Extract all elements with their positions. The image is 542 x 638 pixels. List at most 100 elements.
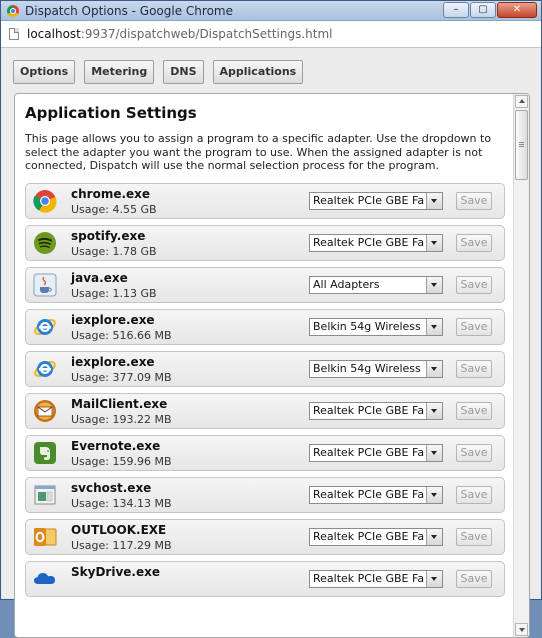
svchost-icon [34, 485, 56, 505]
save-button[interactable]: Save [456, 444, 492, 462]
chevron-down-icon [426, 571, 442, 587]
scroll-up-button[interactable] [515, 95, 528, 108]
tab-applications[interactable]: Applications [212, 60, 304, 84]
list-item: MailClient.exe Usage: 193.22 MB Realtek … [25, 393, 505, 429]
app-name: Evernote.exe [71, 439, 161, 453]
page-content: Options Metering DNS Applications Applic… [2, 48, 540, 638]
save-button[interactable]: Save [456, 192, 492, 210]
list-item: Evernote.exe Usage: 159.96 MB Realtek PC… [25, 435, 505, 471]
save-button[interactable]: Save [456, 234, 492, 252]
app-usage: Usage: 1.78 GB [71, 245, 157, 258]
chevron-down-icon [426, 235, 442, 251]
url-path: :9937/dispatchweb/DispatchSettings.html [80, 27, 333, 41]
adapter-dropdown-value: Belkin 54g Wireless USB [313, 320, 425, 333]
app-name: chrome.exe [71, 187, 151, 201]
adapter-dropdown-value: Realtek PCIe GBE Family [313, 488, 425, 501]
adapter-dropdown[interactable]: Realtek PCIe GBE Family [309, 192, 443, 210]
title-bar: Dispatch Options - Google Chrome – ▢ ✕ [1, 1, 541, 21]
chevron-down-icon [426, 529, 442, 545]
app-list: chrome.exe Usage: 4.55 GB Realtek PCIe G… [25, 183, 505, 603]
close-button[interactable]: ✕ [497, 2, 537, 18]
list-item: java.exe Usage: 1.13 GB All Adapters Sav… [25, 267, 505, 303]
app-usage: Usage: 134.13 MB [71, 497, 172, 510]
list-item: chrome.exe Usage: 4.55 GB Realtek PCIe G… [25, 183, 505, 219]
chevron-down-icon [426, 277, 442, 293]
settings-tabs: Options Metering DNS Applications [13, 60, 304, 84]
internet-explorer-icon [34, 361, 56, 377]
adapter-dropdown[interactable]: Realtek PCIe GBE Family [309, 486, 443, 504]
chrome-logo-icon [7, 4, 19, 17]
adapter-dropdown[interactable]: All Adapters [309, 276, 443, 294]
save-button[interactable]: Save [456, 528, 492, 546]
save-button[interactable]: Save [456, 318, 492, 336]
save-button[interactable]: Save [456, 360, 492, 378]
outlook-icon [34, 528, 57, 546]
adapter-dropdown[interactable]: Realtek PCIe GBE Family [309, 444, 443, 462]
spotify-icon [34, 232, 56, 254]
chrome-icon [33, 190, 57, 213]
chevron-down-icon [426, 361, 442, 377]
app-name: svchost.exe [71, 481, 152, 495]
save-button[interactable]: Save [456, 570, 492, 588]
app-usage: Usage: 377.09 MB [71, 371, 172, 384]
tab-options[interactable]: Options [13, 60, 76, 84]
app-name: iexplore.exe [71, 355, 155, 369]
list-item: iexplore.exe Usage: 377.09 MB Belkin 54g… [25, 351, 505, 387]
window-title: Dispatch Options - Google Chrome [25, 3, 233, 18]
evernote-icon [34, 442, 56, 464]
scroll-down-button[interactable] [515, 623, 528, 636]
scrollbar-thumb[interactable] [515, 110, 528, 180]
adapter-dropdown-value: Realtek PCIe GBE Family [313, 404, 425, 417]
app-usage: Usage: 117.29 MB [71, 539, 172, 552]
page-icon [9, 28, 19, 40]
tab-dns[interactable]: DNS [163, 60, 204, 84]
window-controls: – ▢ ✕ [443, 2, 537, 18]
save-button[interactable]: Save [456, 402, 492, 420]
chevron-down-icon [426, 403, 442, 419]
adapter-dropdown-value: All Adapters [313, 278, 380, 291]
internet-explorer-icon [34, 319, 56, 335]
adapter-dropdown[interactable]: Belkin 54g Wireless USB [309, 318, 443, 336]
list-item: spotify.exe Usage: 1.78 GB Realtek PCIe … [25, 225, 505, 261]
application-settings-panel: Application Settings This page allows yo… [14, 93, 530, 638]
tab-metering[interactable]: Metering [84, 60, 155, 84]
app-name: java.exe [71, 271, 128, 285]
adapter-dropdown[interactable]: Realtek PCIe GBE Family [309, 528, 443, 546]
page-title: Application Settings [25, 104, 197, 122]
save-button[interactable]: Save [456, 276, 492, 294]
url-host: localhost [27, 27, 81, 41]
vertical-scrollbar[interactable] [513, 94, 529, 637]
grip-icon [519, 142, 524, 143]
java-icon [33, 273, 57, 297]
list-item: svchost.exe Usage: 134.13 MB Realtek PCI… [25, 477, 505, 513]
panel-scroll-area: Application Settings This page allows yo… [15, 94, 513, 637]
adapter-dropdown[interactable]: Realtek PCIe GBE Family [309, 402, 443, 420]
adapter-dropdown-value: Realtek PCIe GBE Family [313, 236, 425, 249]
adapter-dropdown-value: Realtek PCIe GBE Family [313, 530, 425, 543]
app-usage: Usage: 159.96 MB [71, 455, 172, 468]
maximize-button[interactable]: ▢ [470, 2, 496, 18]
adapter-dropdown[interactable]: Realtek PCIe GBE Family [309, 234, 443, 252]
app-name: MailClient.exe [71, 397, 168, 411]
app-name: spotify.exe [71, 229, 146, 243]
adapter-dropdown[interactable]: Belkin 54g Wireless USB [309, 360, 443, 378]
app-name: iexplore.exe [71, 313, 155, 327]
app-usage: Usage: 516.66 MB [71, 329, 172, 342]
skydrive-icon [34, 573, 55, 584]
minimize-button[interactable]: – [443, 2, 469, 18]
adapter-dropdown-value: Belkin 54g Wireless USB [313, 362, 425, 375]
list-item: SkyDrive.exe Realtek PCIe GBE Family Sav… [25, 561, 505, 597]
app-usage: Usage: 193.22 MB [71, 413, 172, 426]
adapter-dropdown[interactable]: Realtek PCIe GBE Family [309, 570, 443, 588]
chevron-down-icon [426, 445, 442, 461]
save-button[interactable]: Save [456, 486, 492, 504]
app-usage: Usage: 4.55 GB [71, 203, 157, 216]
adapter-dropdown-value: Realtek PCIe GBE Family [313, 572, 425, 585]
app-name: SkyDrive.exe [71, 565, 160, 579]
mail-client-icon [34, 400, 56, 422]
list-item: OUTLOOK.EXE Usage: 117.29 MB Realtek PCI… [25, 519, 505, 555]
chevron-down-icon [426, 193, 442, 209]
chevron-down-icon [426, 487, 442, 503]
address-bar[interactable]: localhost:9937/dispatchweb/DispatchSetti… [1, 21, 541, 48]
page-description: This page allows you to assign a program… [25, 132, 492, 172]
